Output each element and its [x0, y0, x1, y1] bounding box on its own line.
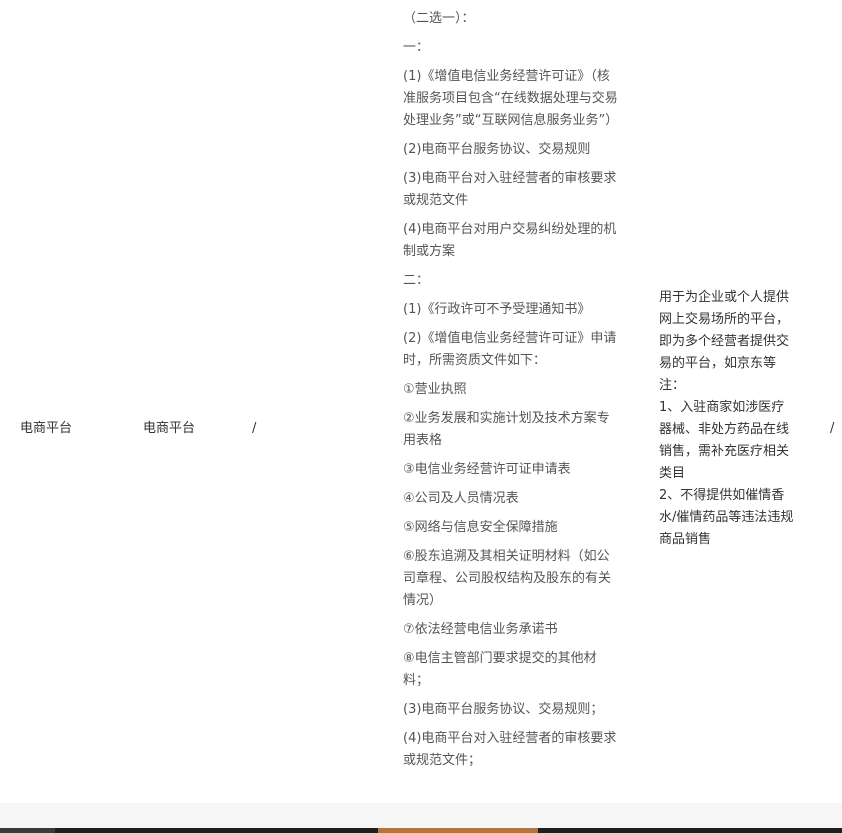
materials-line: (1)《增值电信业务经营许可证》（核准服务项目包含“在线数据处理与交易处理业务”…: [403, 69, 619, 128]
required-materials-cell: （二选一）： 一： (1)《增值电信业务经营许可证》（核准服务项目包含“在线数据…: [403, 8, 621, 779]
description-line: 用于为企业或个人提供网上交易场所的平台，即为多个经营者提供交易的平台，如京东等: [659, 290, 790, 371]
materials-line: ②业务发展和实施计划及技术方案专用表格: [403, 411, 610, 448]
description-line: 2、不得提供如催情香水/催情药品等违法违规商品销售: [659, 488, 794, 547]
bottom-bar-accent-segment: [378, 828, 538, 833]
materials-line: (3)电商平台对入驻经营者的审核要求或规范文件: [403, 171, 617, 208]
materials-line: （二选一）：: [403, 11, 475, 26]
page: 电商平台 电商平台 / （二选一）： 一： (1)《增值电信业务经营许可证》（核…: [0, 0, 842, 833]
materials-line: ⑧电信主管部门要求提交的其他材料；: [403, 651, 597, 688]
platform-type-cell: 电商平台: [20, 421, 73, 436]
materials-line: ④公司及人员情况表: [403, 491, 519, 506]
materials-line: (2)电商平台服务协议、交易规则: [403, 142, 591, 157]
materials-line: (3)电商平台服务协议、交易规则；: [403, 702, 604, 717]
materials-line: 二：: [403, 273, 430, 288]
materials-line: (2)《增值电信业务经营许可证》申请时，所需资质文件如下：: [403, 331, 617, 368]
platform-description-cell: 用于为企业或个人提供网上交易场所的平台，即为多个经营者提供交易的平台，如京东等 …: [659, 287, 795, 551]
table-bottom-spacer: [0, 803, 842, 828]
bottom-bar-left-segment: [0, 828, 55, 833]
table-row: 电商平台 电商平台 / （二选一）： 一： (1)《增值电信业务经营许可证》（核…: [0, 0, 842, 803]
materials-line: ⑥股东追溯及其相关证明材料（如公司章程、公司股权结构及股东的有关情况）: [403, 549, 612, 608]
materials-line: (4)电商平台对用户交易纠纷处理的机制或方案: [403, 222, 617, 259]
materials-line: ①营业执照: [403, 382, 467, 397]
materials-line: ③电信业务经营许可证申请表: [403, 462, 571, 477]
platform-name-cell: 电商平台: [143, 421, 196, 436]
materials-line: 一：: [403, 40, 430, 55]
materials-line: (1)《行政许可不予受理通知书》: [403, 302, 591, 317]
empty-value-cell: /: [252, 421, 257, 436]
description-line: 注：: [659, 378, 686, 393]
description-line: 1、入驻商家如涉医疗器械、非处方药品在线销售，需补充医疗相关类目: [659, 400, 790, 481]
empty-value-cell-right: /: [830, 421, 835, 436]
materials-line: ⑦依法经营电信业务承诺书: [403, 622, 558, 637]
materials-line: (4)电商平台对入驻经营者的审核要求或规范文件；: [403, 731, 617, 768]
bottom-navigation-bar: [0, 828, 842, 833]
materials-line: ⑤网络与信息安全保障措施: [403, 520, 558, 535]
